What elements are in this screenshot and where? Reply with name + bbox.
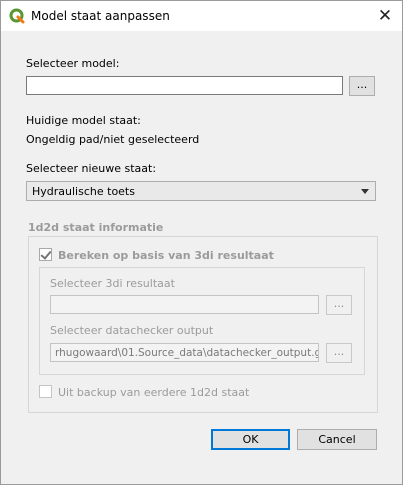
- cancel-button[interactable]: Cancel: [297, 429, 377, 450]
- datachecker-browse-button[interactable]: ...: [326, 343, 352, 363]
- info-group-title: 1d2d staat informatie: [28, 221, 164, 234]
- window-title: Model staat aanpassen: [31, 9, 170, 23]
- result-label: Selecteer 3di resultaat: [50, 277, 175, 290]
- qgis-logo-icon: [9, 8, 25, 24]
- result-browse-button[interactable]: ...: [326, 295, 352, 315]
- current-state-label: Huidige model staat:: [26, 114, 141, 127]
- close-button[interactable]: ✕: [368, 1, 402, 31]
- checkmark-icon: [40, 248, 52, 260]
- datachecker-label: Selecteer datachecker output: [50, 324, 214, 337]
- select-model-label: Selecteer model:: [26, 57, 120, 70]
- ok-button[interactable]: OK: [211, 429, 290, 450]
- new-state-label: Selecteer nieuwe staat:: [26, 162, 157, 175]
- new-state-selected: Hydraulische toets: [32, 185, 135, 198]
- close-icon: ✕: [377, 6, 393, 26]
- calc-checkbox[interactable]: [39, 248, 52, 261]
- title-bar: Model staat aanpassen ✕: [1, 1, 402, 31]
- backup-checkbox[interactable]: [39, 385, 52, 398]
- current-state-value: Ongeldig pad/niet geselecteerd: [26, 133, 200, 146]
- model-browse-button[interactable]: ...: [349, 76, 375, 96]
- new-state-dropdown[interactable]: Hydraulische toets: [26, 181, 376, 201]
- result-path-input[interactable]: [50, 295, 319, 314]
- chevron-down-icon: [361, 189, 369, 194]
- datachecker-path-input[interactable]: rhugowaard\01.Source_data\datachecker_ou…: [50, 343, 319, 362]
- model-path-input[interactable]: [26, 76, 343, 95]
- calc-checkbox-label: Bereken op basis van 3di resultaat: [58, 249, 274, 262]
- dialog-window: Model staat aanpassen ✕ Selecteer model:…: [0, 0, 403, 485]
- backup-checkbox-label: Uit backup van eerdere 1d2d staat: [58, 386, 250, 399]
